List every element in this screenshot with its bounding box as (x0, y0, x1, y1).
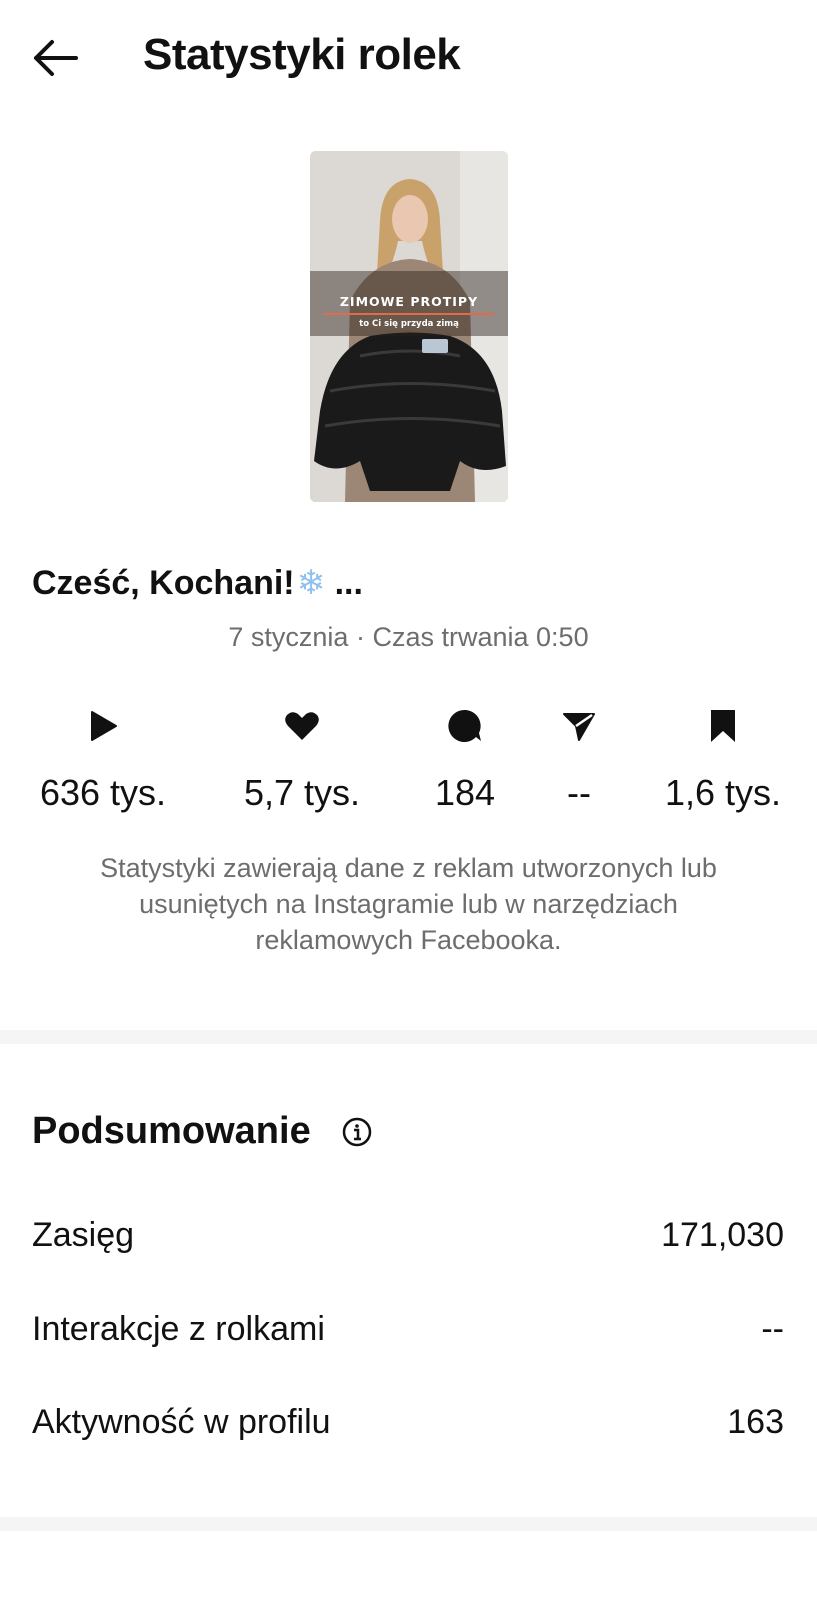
meta-separator: · (355, 622, 365, 652)
back-button[interactable] (30, 36, 80, 80)
caption-text: Cześć, Kochani! (32, 564, 295, 602)
summary-row-interactions[interactable]: Interakcje z rolkami -- (0, 1310, 817, 1370)
comment-icon (445, 706, 485, 746)
stat-shares-value: -- (567, 772, 591, 813)
row-value: 171,030 (661, 1216, 784, 1254)
stat-saves-value: 1,6 tys. (664, 772, 782, 813)
row-label: Interakcje z rolkami (32, 1310, 325, 1348)
section-divider (0, 1030, 817, 1044)
stats-disclaimer: Statystyki zawierają dane z reklam utwor… (100, 853, 717, 955)
reel-date: 7 stycznia (228, 622, 349, 652)
reel-caption[interactable]: Cześć, Kochani!❄ ... (32, 563, 363, 603)
info-icon[interactable] (341, 1116, 373, 1148)
share-icon (559, 706, 599, 746)
section-divider (0, 1517, 817, 1531)
stat-comments-value: 184 (434, 772, 496, 813)
heart-icon (282, 706, 322, 746)
row-value: -- (761, 1310, 784, 1348)
stat-likes-value: 5,7 tys. (243, 772, 361, 813)
summary-row-reach[interactable]: Zasięg 171,030 (0, 1216, 817, 1276)
row-label: Aktywność w profilu (32, 1403, 331, 1441)
bookmark-icon (703, 706, 743, 746)
arrow-left-icon (34, 40, 78, 76)
row-label: Zasięg (32, 1216, 135, 1254)
play-icon (83, 706, 123, 746)
summary-row-profile-activity[interactable]: Aktywność w profilu 163 (0, 1403, 817, 1463)
row-value: 163 (727, 1403, 784, 1441)
snowflake-icon: ❄ (296, 564, 326, 602)
caption-more: ... (325, 564, 363, 602)
summary-title: Podsumowanie (32, 1110, 311, 1152)
page-title: Statystyki rolek (143, 30, 461, 79)
thumbnail-subtitle: to Ci się przyda zimą (359, 319, 459, 329)
reel-meta: 7 stycznia · Czas trwania 0:50 (0, 622, 817, 653)
stat-plays-value: 636 tys. (39, 772, 167, 813)
thumbnail-underline (324, 313, 494, 315)
reel-thumbnail[interactable]: ZIMOWE PROTIPY to Ci się przyda zimą (310, 151, 508, 502)
thumbnail-title: ZIMOWE PROTIPY (339, 294, 479, 309)
reel-duration: Czas trwania 0:50 (372, 622, 589, 652)
header: Statystyki rolek (0, 0, 817, 110)
